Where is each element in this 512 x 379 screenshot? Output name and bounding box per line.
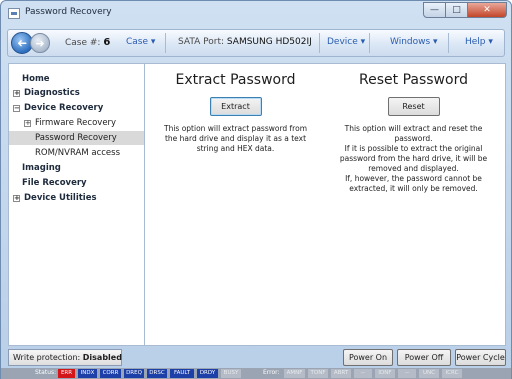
status-flag-fault: FAULT [170,369,194,378]
extract-description: This option will extract password from t… [148,124,323,154]
power-off-button[interactable]: Power Off [397,349,451,366]
close-button[interactable]: ✕ [467,2,507,18]
toolbar-divider [165,33,166,53]
sidebar-item-file-recovery[interactable]: File Recovery [9,176,144,190]
error-flag-idnf: IDNF [375,369,395,378]
error-flag-icrc: ICRC [442,369,462,378]
device-menu[interactable]: Device ▾ [327,37,365,47]
window-title: Password Recovery [25,7,112,17]
reset-button[interactable]: Reset [387,97,440,116]
power-cycle-button[interactable]: Power Cycle [455,349,506,366]
write-protection-value: Disabled [82,353,122,362]
write-protection-status: Write protection: Disabled [8,349,122,366]
sidebar-item-label: Diagnostics [24,88,80,98]
error-flag-amnf: AMNF [284,369,305,378]
port-value: SAMSUNG HD502IJ [226,37,312,47]
help-menu[interactable]: Help ▾ [465,37,493,47]
window-controls: — □ ✕ [423,2,507,18]
error-flag-abrt: ABRT [331,369,351,378]
case-menu[interactable]: Case ▾ [126,37,155,47]
power-on-button[interactable]: Power On [343,349,393,366]
status-flag-indx: INDX [78,369,97,378]
status-label: Status: [35,369,57,376]
port-label: SATA Port: [178,37,225,47]
sidebar-item-diagnostics[interactable]: + Diagnostics [9,86,144,100]
sidebar-item-device-utilities[interactable]: + Device Utilities [9,191,144,205]
sidebar-item-label: Device Recovery [24,103,104,113]
minimize-button[interactable]: — [423,2,446,18]
error-flag-unc: UNC [419,369,439,378]
sidebar-item-label: ROM/NVRAM access [35,148,121,158]
sidebar-item-password-recovery[interactable]: Password Recovery [9,131,144,145]
case-label: Case #: [65,38,101,48]
bottom-bar: Write protection: Disabled Power On Powe… [8,349,506,367]
collapse-icon[interactable]: − [13,105,20,112]
sidebar-item-label: Home [22,74,50,84]
case-value: 6 [103,37,111,48]
description-line: If it is possible to extract the origina… [344,144,483,153]
description-line: This option will extract and reset the [344,124,483,133]
sidebar-item-label: Device Utilities [24,193,97,203]
arrow-left-icon: ➜ [16,36,28,50]
sidebar: Home + Diagnostics − Device Recovery + Firm… [8,63,145,346]
description-line: password from the hard drive, it will be [339,154,488,163]
main-panel: Extract Password Extract This option wil… [145,63,506,346]
toolbar: ➜ ➜ Case #: 6 Case ▾ SATA Port: SAMSUNG … [7,29,505,57]
reset-password-section: Reset Password Reset This option will ex… [326,72,501,194]
description-line: removed and displayed. [368,164,459,173]
description-line: extracted, it will only be removed. [349,184,478,193]
status-flag-err: ERR [58,369,75,378]
sidebar-item-label: File Recovery [22,178,87,188]
status-flag-drdy: DRDY [197,369,218,378]
extract-password-title: Extract Password [175,72,296,88]
sidebar-item-rom-nvram-access[interactable]: ROM/NVRAM access [9,146,144,160]
app-window: Password Recovery — □ ✕ ➜ ➜ Case #: 6 Ca… [0,0,512,379]
toolbar-divider [319,33,320,53]
reset-description: This option will extract and reset the p… [326,124,501,194]
maximize-button[interactable]: □ [445,2,468,18]
case-number: Case #: 6 [65,37,110,48]
sidebar-item-device-recovery[interactable]: − Device Recovery [9,101,144,115]
write-protection-label: Write protection: [13,353,81,362]
status-flag-busy: BUSY [221,369,241,378]
port-info: SATA Port: SAMSUNG HD502IJ [178,37,312,47]
sidebar-item-label: Firmware Recovery [35,118,117,128]
sidebar-item-firmware-recovery[interactable]: + Firmware Recovery [9,116,144,130]
extract-button[interactable]: Extract [209,97,262,116]
sidebar-item-home[interactable]: Home [9,72,144,86]
expand-icon[interactable]: + [13,90,20,97]
description-line: string and HEX data. [196,144,275,153]
windows-menu[interactable]: Windows ▾ [390,37,438,47]
description-line: This option will extract password from [163,124,307,133]
title-bar[interactable]: Password Recovery — □ ✕ [1,1,511,25]
error-flag-tonf: TONF [308,369,328,378]
status-bar: Status: ERR INDX CORR DREQ DRSC FAULT DR… [1,368,511,379]
expand-icon[interactable]: + [24,120,31,127]
status-flag-drsc: DRSC [147,369,167,378]
sidebar-item-label: Imaging [22,163,61,173]
sidebar-item-label: Password Recovery [35,133,117,143]
app-icon [8,8,20,19]
expand-icon[interactable]: + [13,195,20,202]
error-label: Error: [263,369,280,376]
error-flag-blank-2: -- [398,369,416,378]
status-flag-corr: CORR [100,369,121,378]
toolbar-divider [369,33,370,53]
extract-password-section: Extract Password Extract This option wil… [148,72,323,154]
forward-button[interactable]: ➜ [30,33,50,53]
description-line: password. [394,134,433,143]
description-line: the hard drive and display it as a text [164,134,307,143]
description-line: If, however, the password cannot be [345,174,482,183]
sidebar-item-imaging[interactable]: Imaging [9,161,144,175]
arrow-right-icon: ➜ [35,36,45,50]
status-flag-dreq: DREQ [124,369,144,378]
toolbar-divider [448,33,449,53]
reset-password-title: Reset Password [359,72,468,88]
error-flag-blank-1: -- [354,369,372,378]
